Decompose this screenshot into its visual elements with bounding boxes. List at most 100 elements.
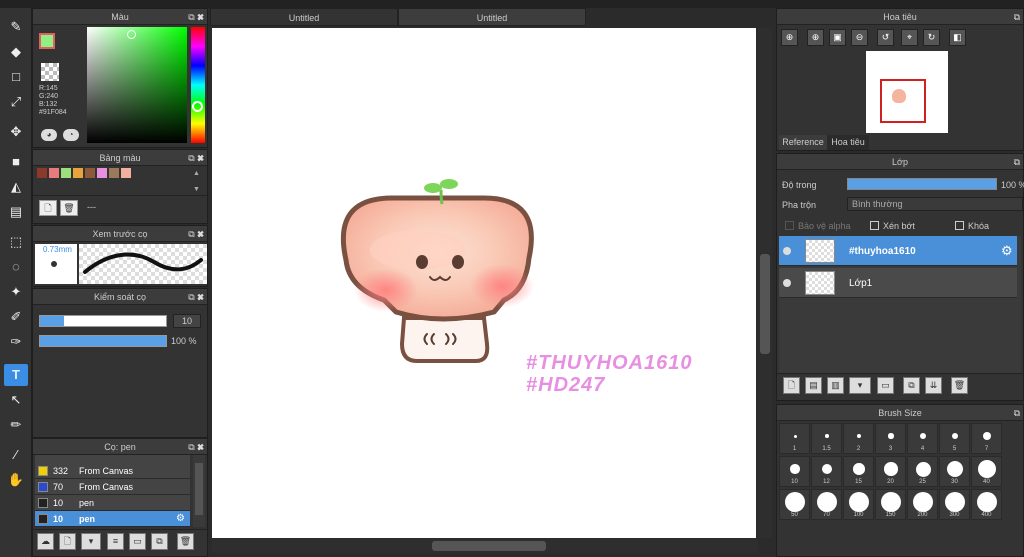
brush-settings-gear-icon[interactable]: ⚙: [176, 513, 185, 524]
zoom-in-2-icon[interactable]: ⊕: [807, 29, 824, 46]
tab-untitled-2[interactable]: Untitled: [398, 8, 586, 26]
duplicate-layer-icon[interactable]: ⧉: [903, 377, 920, 394]
tab-untitled-1[interactable]: Untitled: [210, 8, 398, 26]
brush-list-item[interactable]: 10 pen: [35, 511, 190, 527]
brush-list-item[interactable]: 332 From Canvas: [35, 463, 190, 479]
vertical-scrollbar[interactable]: [758, 28, 772, 538]
palette-scroll-up-icon[interactable]: ▲: [193, 170, 200, 177]
text-tool-icon[interactable]: T: [4, 364, 28, 386]
select-pen-tool-icon[interactable]: ✐: [4, 306, 28, 328]
brush-list-item[interactable]: 70 From Canvas: [35, 479, 190, 495]
transparent-color-swatch[interactable]: [41, 63, 59, 81]
palette-swatch[interactable]: [109, 168, 119, 178]
hand-tool-icon[interactable]: ✋: [4, 469, 28, 491]
add-layer-menu-icon[interactable]: ▾: [849, 377, 871, 394]
brush-size-option[interactable]: 400: [971, 489, 1002, 520]
blur-tool-icon[interactable]: ⤢: [4, 91, 28, 113]
primary-color-swatch[interactable]: [39, 33, 55, 49]
layer-opacity-slider[interactable]: [847, 178, 997, 190]
panel-controls-icon[interactable]: ⧉: [1014, 154, 1020, 170]
brush-list-scrollbar[interactable]: [193, 455, 205, 527]
delete-layer-icon[interactable]: 🗑: [951, 377, 968, 394]
palette-swatch[interactable]: [97, 168, 107, 178]
rotate-right-icon[interactable]: ↻: [923, 29, 940, 46]
layer-visibility-icon[interactable]: [783, 279, 791, 287]
palette-swatch[interactable]: [61, 168, 71, 178]
brush-size-option[interactable]: 30: [939, 456, 970, 487]
brush-size-option[interactable]: 5: [939, 423, 970, 454]
blend-mode-select[interactable]: Bình thường: [847, 197, 1023, 211]
brush-properties-icon[interactable]: ≡: [107, 533, 124, 550]
new-layer-1bit-icon[interactable]: ▥: [827, 377, 844, 394]
rotate-left-icon[interactable]: ↺: [877, 29, 894, 46]
new-palette-icon[interactable]: 🗋: [39, 200, 57, 216]
panel-controls-icon[interactable]: ⧉ ✖: [188, 439, 204, 455]
gradient-tool-icon[interactable]: ▤: [4, 201, 28, 223]
brush-settings-icon[interactable]: ▾: [81, 533, 101, 550]
tab-reference[interactable]: Reference: [779, 135, 827, 150]
brush-size-option[interactable]: 50: [779, 489, 810, 520]
brush-size-option[interactable]: 10: [779, 456, 810, 487]
delete-brush-icon[interactable]: 🗑: [177, 533, 194, 550]
eraser-tool-icon[interactable]: ◆: [4, 41, 28, 63]
panel-controls-icon[interactable]: ⧉: [1014, 405, 1020, 421]
navigator-thumbnail[interactable]: [866, 51, 948, 133]
layer-visibility-icon[interactable]: [783, 247, 791, 255]
panel-controls-icon[interactable]: ⧉ ✖: [188, 150, 204, 166]
panel-controls-icon[interactable]: ⧉: [1014, 9, 1020, 25]
reset-view-icon[interactable]: ⌖: [901, 29, 918, 46]
horizontal-scrollbar[interactable]: [212, 539, 758, 553]
panel-controls-icon[interactable]: ⧉ ✖: [188, 226, 204, 242]
brush-size-option[interactable]: 7: [971, 423, 1002, 454]
brush-size-option[interactable]: 12: [811, 456, 842, 487]
palette-swatch[interactable]: [73, 168, 83, 178]
brush-size-option[interactable]: 100: [843, 489, 874, 520]
brush-copy-icon[interactable]: ⧉: [151, 533, 168, 550]
color-palette-button-icon[interactable]: ◔: [63, 129, 79, 141]
brush-size-option[interactable]: 3: [875, 423, 906, 454]
layer-row[interactable]: Lớp1: [779, 268, 1017, 298]
brush-size-option[interactable]: 150: [875, 489, 906, 520]
brush-size-value[interactable]: 10: [173, 314, 201, 328]
palette-scroll-down-icon[interactable]: ▼: [193, 186, 200, 193]
brush-list-item[interactable]: 10 pen: [35, 495, 190, 511]
brush-size-option[interactable]: 20: [875, 456, 906, 487]
protect-alpha-checkbox[interactable]: [785, 221, 794, 230]
operation-tool-icon[interactable]: ↖: [4, 389, 28, 411]
zoom-in-icon[interactable]: ⊕: [781, 29, 798, 46]
color-wheel-button-icon[interactable]: ◕: [41, 129, 57, 141]
new-layer-icon[interactable]: 🗋: [783, 377, 800, 394]
layer-settings-gear-icon[interactable]: ⚙: [1001, 243, 1013, 259]
rectangle-tool-icon[interactable]: □: [4, 66, 28, 88]
fill-rect-tool-icon[interactable]: ■: [4, 151, 28, 173]
panel-controls-icon[interactable]: ⧉ ✖: [188, 9, 204, 25]
tab-navigator[interactable]: Hoa tiêu: [827, 135, 869, 150]
layer-row[interactable]: #thuyhoa1610 ⚙: [779, 236, 1017, 266]
saturation-value-picker[interactable]: [87, 27, 187, 143]
brush-size-option[interactable]: 15: [843, 456, 874, 487]
select-eraser-tool-icon[interactable]: ✑: [4, 331, 28, 353]
merge-layer-icon[interactable]: ⇊: [925, 377, 942, 394]
palette-swatch[interactable]: [49, 168, 59, 178]
fit-view-icon[interactable]: ▣: [829, 29, 846, 46]
brush-size-option[interactable]: 2: [843, 423, 874, 454]
brush-size-option[interactable]: 1: [779, 423, 810, 454]
drawing-canvas[interactable]: #THUYHOA1610 #HD247: [212, 28, 756, 538]
add-brush-cloud-icon[interactable]: ☁: [37, 533, 54, 550]
brush-size-option[interactable]: 300: [939, 489, 970, 520]
lasso-tool-icon[interactable]: ◌: [4, 256, 28, 278]
palette-swatch[interactable]: [85, 168, 95, 178]
new-brush-icon[interactable]: 🗋: [59, 533, 76, 550]
delete-palette-icon[interactable]: 🗑: [60, 200, 78, 216]
hue-slider[interactable]: [191, 27, 205, 143]
brush-size-option[interactable]: 25: [907, 456, 938, 487]
brush-folder-icon[interactable]: ▭: [129, 533, 146, 550]
brush-size-option[interactable]: 200: [907, 489, 938, 520]
brush-size-slider[interactable]: [39, 315, 167, 327]
clipping-checkbox[interactable]: [870, 221, 879, 230]
brush-tool-icon[interactable]: ✎: [4, 16, 28, 38]
eyedropper-tool-icon[interactable]: ⁄: [4, 444, 28, 466]
new-layer-8bit-icon[interactable]: ▤: [805, 377, 822, 394]
move-tool-icon[interactable]: ✥: [4, 121, 28, 143]
select-rect-tool-icon[interactable]: ⬚: [4, 231, 28, 253]
